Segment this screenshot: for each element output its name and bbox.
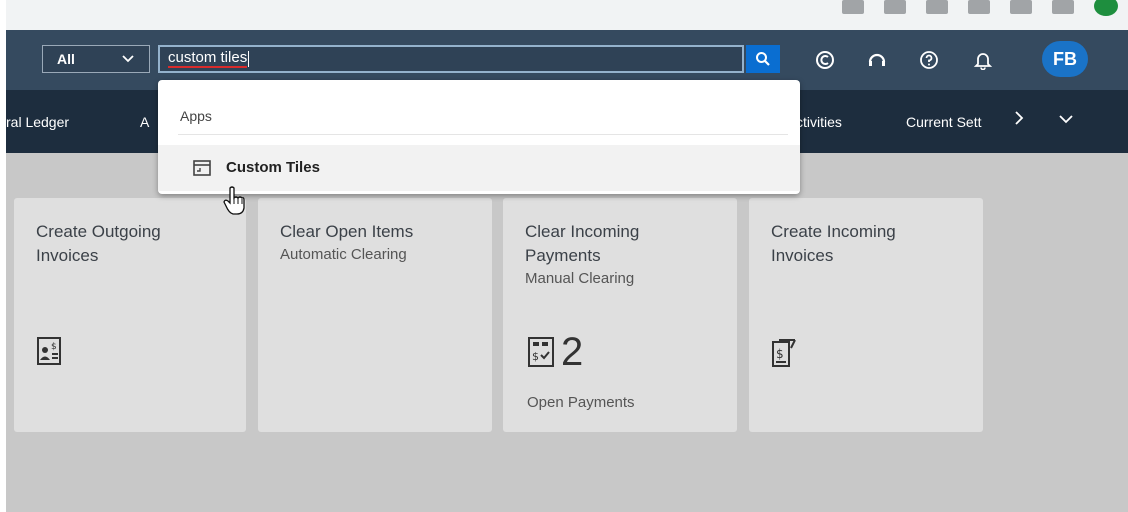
chevron-down-icon[interactable] [1058,112,1074,129]
nav-tab-general-ledger[interactable]: ral Ledger [6,114,69,130]
nav-tab-activities[interactable]: ctivities [796,114,842,130]
tile-title: Create Incoming Invoices [771,222,896,265]
tile-footer: Open Payments [527,394,635,411]
tile-subtitle: Manual Clearing [525,270,635,287]
text-caret [248,51,250,67]
search-icon [756,52,770,66]
tile-clear-incoming-payments[interactable]: Clear Incoming Payments Manual Clearing … [503,198,737,432]
tile-app-icon [192,159,212,182]
bell-icon[interactable] [970,47,996,73]
browser-extension-icons [842,0,1118,20]
avatar[interactable]: FB [1042,41,1088,77]
search-input-value: custom tiles [168,49,248,68]
svg-text:$: $ [776,347,784,361]
extension-icon[interactable] [926,0,948,14]
tile-title: Clear Incoming Payments [525,222,640,265]
app-frame: All custom tiles FB ral Ledger A ctiviti… [6,0,1128,512]
chevron-right-icon[interactable] [1012,110,1026,129]
copilot-icon[interactable] [812,47,838,73]
profile-icon[interactable] [1094,0,1118,16]
payment-list-icon: $ [528,337,554,367]
puzzle-icon[interactable] [1010,0,1032,14]
window-icon[interactable] [1052,0,1074,14]
share-icon[interactable] [842,0,864,14]
kpi-value: 2 [561,330,584,374]
extension-icon[interactable] [968,0,990,14]
tile-clear-open-items[interactable]: Clear Open Items Automatic Clearing [258,198,492,432]
search-input[interactable]: custom tiles [158,45,744,73]
suggestion-item-label: Custom Tiles [226,159,320,176]
divider [178,134,788,135]
hand-pointer-icon [222,186,246,221]
invoice-incoming-icon: $ [771,336,797,373]
search-suggestions-popover: Apps Custom Tiles [158,80,800,194]
help-icon[interactable] [916,47,942,73]
tile-title: Create Outgoing Invoices [36,222,161,265]
tile-create-incoming-invoices[interactable]: Create Incoming Invoices $ [749,198,983,432]
tile-kpi: $ 2 [527,332,583,372]
headset-icon[interactable] [864,47,890,73]
chevron-down-icon [121,51,135,69]
suggestion-item-custom-tiles[interactable]: Custom Tiles [158,145,800,191]
search-scope-select[interactable]: All [42,45,150,73]
browser-toolbar [6,0,1128,30]
svg-text:$: $ [51,342,57,352]
svg-text:$: $ [532,350,539,363]
tile-subtitle: Automatic Clearing [280,246,407,263]
tile-create-outgoing-invoices[interactable]: Create Outgoing Invoices $ [14,198,246,432]
search-button[interactable] [746,45,780,73]
nav-tab-partial[interactable]: A [140,114,149,130]
invoice-outgoing-icon: $ [36,336,62,371]
suggestions-section-title: Apps [180,108,212,124]
nav-tab-current-settings[interactable]: Current Sett [906,114,981,130]
tile-title: Clear Open Items [280,222,414,241]
search-scope-value: All [57,51,75,67]
bookmark-icon[interactable] [884,0,906,14]
